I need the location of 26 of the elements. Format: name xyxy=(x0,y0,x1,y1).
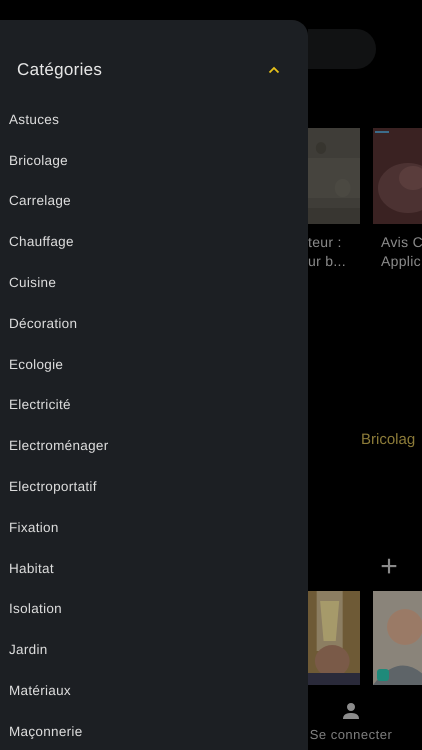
chevron-icon[interactable] xyxy=(268,66,280,74)
drawer-title: Catégories xyxy=(17,60,102,80)
category-item[interactable]: Electricité xyxy=(0,384,308,426)
category-item[interactable]: Chauffage xyxy=(0,221,308,262)
category-item[interactable]: Ecologie xyxy=(0,344,308,385)
video-title: teur : xyxy=(308,233,343,252)
category-item[interactable]: Cuisine xyxy=(0,262,308,303)
category-item[interactable]: Astuces xyxy=(0,99,308,140)
category-item[interactable]: Isolation xyxy=(0,588,308,630)
category-item[interactable]: Bricolage xyxy=(0,140,308,181)
login-tab[interactable]: Se connecter xyxy=(308,701,394,742)
category-item[interactable]: Electroménager xyxy=(0,425,308,466)
category-item[interactable]: Maçonnerie xyxy=(0,710,308,750)
category-item[interactable]: Matériaux xyxy=(0,670,308,711)
section-title: Bricolag xyxy=(360,431,416,448)
category-item[interactable]: Décoration xyxy=(0,302,308,344)
category-item[interactable]: Habitat xyxy=(0,548,308,589)
category-item[interactable]: Electroportatif xyxy=(0,466,308,507)
video-title: Applic xyxy=(380,252,422,271)
category-item[interactable]: Carrelage xyxy=(0,180,308,222)
category-item[interactable]: Fixation xyxy=(0,506,308,548)
person-icon xyxy=(341,701,361,721)
video-title: ur b... xyxy=(308,252,347,271)
category-header[interactable]: Catégories xyxy=(0,41,308,99)
add-icon[interactable]: + xyxy=(378,552,400,582)
category-item[interactable]: Jardin xyxy=(0,629,308,670)
